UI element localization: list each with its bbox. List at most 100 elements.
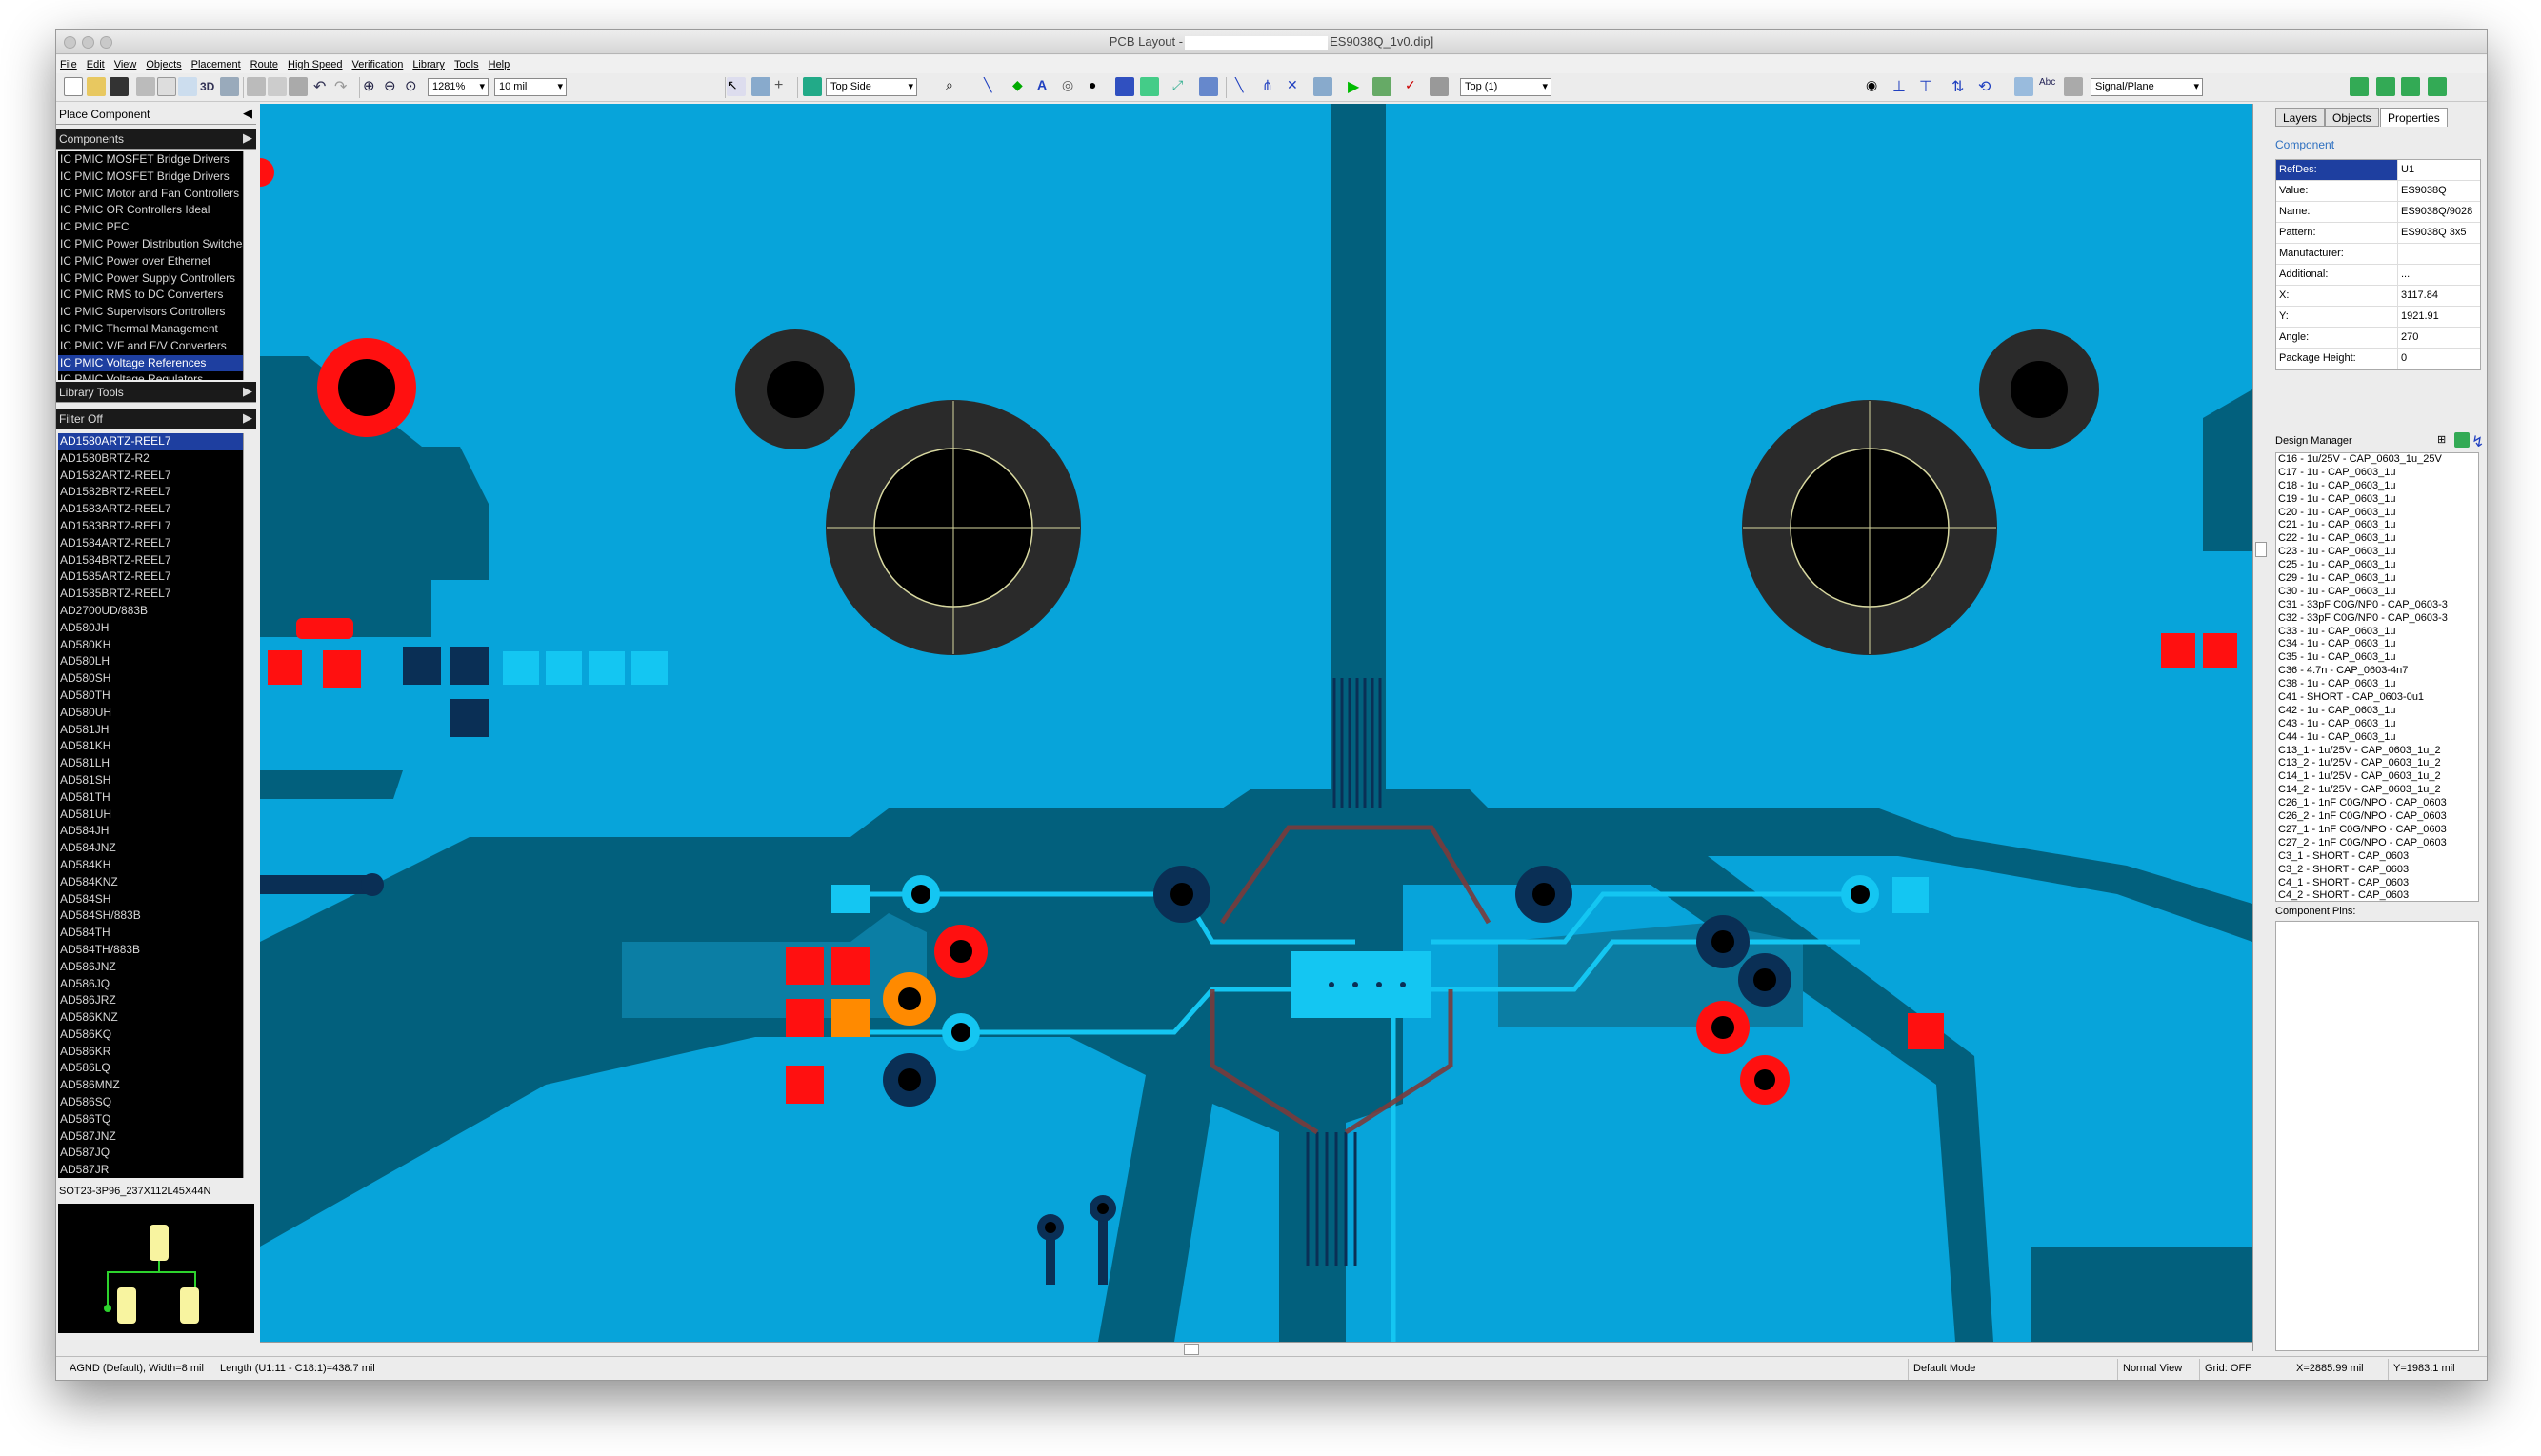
place-via-icon[interactable]: ◆ (1012, 77, 1031, 96)
dm-item[interactable]: C22 - 1u - CAP_0603_1u (2276, 532, 2478, 546)
dm-item[interactable]: C17 - 1u - CAP_0603_1u (2276, 467, 2478, 480)
place-component-header[interactable]: Place Component ◀ (56, 104, 256, 125)
part-item[interactable]: AD580LH (58, 653, 243, 670)
menu-help[interactable]: Help (485, 57, 516, 70)
panel-objects-icon[interactable] (2376, 77, 2395, 96)
design-manager-list[interactable]: C16 - 1u/25V - CAP_0603_1u_25V C17 - 1u -… (2275, 452, 2479, 902)
part-item[interactable]: AD586MNZ (58, 1077, 243, 1094)
property-row[interactable]: Angle: 270 (2276, 328, 2480, 349)
copy-icon[interactable] (268, 77, 287, 96)
menu-objects[interactable]: Objects (142, 57, 187, 70)
part-item[interactable]: AD1582ARTZ-REEL7 (58, 468, 243, 485)
dm-item[interactable]: C13_2 - 1u/25V - CAP_0603_1u_2 (2276, 757, 2478, 770)
unroute-icon[interactable]: ✕ (1287, 77, 1306, 96)
view-3d-button[interactable]: 3D (199, 77, 218, 96)
part-item[interactable]: AD586KNZ (58, 1009, 243, 1027)
dm-item[interactable]: C4_2 - SHORT - CAP_0603 (2276, 889, 2478, 901)
dm-item[interactable]: C23 - 1u - CAP_0603_1u (2276, 546, 2478, 559)
dm-item[interactable]: C26_2 - 1nF C0G/NPO - CAP_0603 (2276, 810, 2478, 824)
property-row[interactable]: Package Height: 0 (2276, 349, 2480, 369)
dm-item[interactable]: C44 - 1u - CAP_0603_1u (2276, 731, 2478, 745)
dm-filter-icon[interactable]: ⊞ (2437, 433, 2451, 447)
dm-item[interactable]: C27_2 - 1nF C0G/NPO - CAP_0603 (2276, 837, 2478, 850)
property-value[interactable]: ES9038Q/9028 (2398, 202, 2480, 222)
dm-item[interactable]: C41 - SHORT - CAP_0603-0u1 (2276, 691, 2478, 705)
route-line-icon[interactable]: ╲ (984, 77, 1003, 96)
part-item[interactable]: AD580SH (58, 670, 243, 688)
category-item[interactable]: IC PMIC Motor and Fan Controllers (58, 186, 243, 203)
part-item[interactable]: AD586JRZ (58, 992, 243, 1009)
dm-item[interactable]: C38 - 1u - CAP_0603_1u (2276, 678, 2478, 691)
part-item[interactable]: AD587JQ (58, 1145, 243, 1162)
grid-select[interactable]: 10 mil (494, 78, 567, 96)
property-row[interactable]: Additional:... (2276, 265, 2480, 286)
property-row[interactable]: Manufacturer: (2276, 244, 2480, 265)
copper-pour-icon[interactable] (1140, 77, 1159, 96)
menu-tools[interactable]: Tools (450, 57, 485, 70)
print-icon[interactable] (136, 77, 155, 96)
property-row[interactable]: Y: 1921.91 (2276, 307, 2480, 328)
crosshair-icon[interactable]: + (774, 77, 793, 96)
dm-item[interactable]: C16 - 1u/25V - CAP_0603_1u_25V (2276, 453, 2478, 467)
part-item[interactable]: AD584KH (58, 857, 243, 874)
part-item[interactable]: AD581LH (58, 755, 243, 772)
part-item[interactable]: AD580UH (58, 705, 243, 722)
dm-item[interactable]: C3_2 - SHORT - CAP_0603 (2276, 864, 2478, 877)
dm-item[interactable]: C14_2 - 1u/25V - CAP_0603_1u_2 (2276, 784, 2478, 797)
part-item[interactable]: AD580KH (58, 637, 243, 654)
grid-icon[interactable] (220, 77, 239, 96)
dm-item[interactable]: C30 - 1u - CAP_0603_1u (2276, 586, 2478, 599)
category-item[interactable]: IC PMIC Supervisors Controllers (58, 304, 243, 321)
category-item[interactable]: IC PMIC Voltage References (58, 354, 243, 372)
property-row[interactable]: X: 3117.84 (2276, 286, 2480, 307)
text-icon[interactable]: A (1037, 77, 1056, 96)
tab-objects[interactable]: Objects (2325, 108, 2379, 127)
part-item[interactable]: AD1584ARTZ-REEL7 (58, 535, 243, 552)
category-item[interactable]: IC PMIC Thermal Management (58, 321, 243, 338)
part-item[interactable]: AD586JQ (58, 976, 243, 993)
redo-icon[interactable]: ↷ (334, 77, 353, 96)
table-icon[interactable] (1199, 77, 1218, 96)
tab-properties[interactable]: Properties (2380, 108, 2448, 127)
eye-icon[interactable]: ◉ (1866, 77, 1885, 96)
category-item[interactable]: IC PMIC Power Distribution Switches (58, 236, 243, 253)
property-row[interactable]: Pattern: ES9038Q 3x5 (2276, 223, 2480, 244)
cut-icon[interactable] (247, 77, 266, 96)
part-item[interactable]: AD581JH (58, 722, 243, 739)
picture-icon[interactable] (2064, 77, 2083, 96)
panel-dm-icon[interactable] (2428, 77, 2447, 96)
menu-placement[interactable]: Placement (188, 57, 247, 70)
dot-icon[interactable]: ● (1089, 77, 1108, 96)
autorouter-settings-icon[interactable] (1372, 77, 1391, 96)
category-item[interactable]: IC PMIC Power Supply Controllers (58, 270, 243, 288)
property-value[interactable]: U1 (2398, 160, 2480, 180)
dm-item[interactable]: C26_1 - 1nF C0G/NPO - CAP_0603 (2276, 797, 2478, 810)
menu-view[interactable]: View (110, 57, 143, 70)
property-row[interactable]: Value: ES9038Q (2276, 181, 2480, 202)
part-item[interactable]: AD1585BRTZ-REEL7 (58, 586, 243, 603)
fill-polygon-icon[interactable] (1115, 77, 1134, 96)
select-pointer-icon[interactable]: ↖ (727, 77, 746, 96)
align-icon[interactable]: ⊥ (1892, 77, 1911, 96)
undo-icon[interactable]: ↶ (313, 77, 332, 96)
layer-select[interactable]: Top (1) (1460, 78, 1551, 96)
dm-item[interactable]: C19 - 1u - CAP_0603_1u (2276, 493, 2478, 507)
dm-item[interactable]: C35 - 1u - CAP_0603_1u (2276, 651, 2478, 665)
part-item[interactable]: AD586LQ (58, 1060, 243, 1077)
property-value[interactable]: ... (2398, 265, 2480, 285)
property-value[interactable]: 1921.91 (2398, 307, 2480, 327)
part-item[interactable]: AD584SH (58, 891, 243, 908)
category-item[interactable]: IC PMIC Power over Ethernet (58, 253, 243, 270)
optimize-icon[interactable] (1313, 77, 1332, 96)
dm-item[interactable]: C42 - 1u - CAP_0603_1u (2276, 705, 2478, 718)
canvas-horizontal-scrollbar[interactable] (260, 1342, 2252, 1356)
menu-library[interactable]: Library (409, 57, 450, 70)
part-item[interactable]: AD584TH/883B (58, 942, 243, 959)
new-file-icon[interactable] (64, 77, 83, 96)
drc-icon[interactable]: ✓ (1405, 77, 1424, 96)
dm-nets-icon[interactable]: ↯ (2471, 432, 2485, 450)
panel-layers-icon[interactable] (2350, 77, 2369, 96)
layer-type-select[interactable]: Signal/Plane (2091, 78, 2203, 96)
part-list[interactable]: AD1580ARTZ-REEL7 AD1580BRTZ-R2 AD1582ARTZ-… (58, 433, 243, 1178)
category-scrollbar[interactable] (243, 151, 256, 380)
